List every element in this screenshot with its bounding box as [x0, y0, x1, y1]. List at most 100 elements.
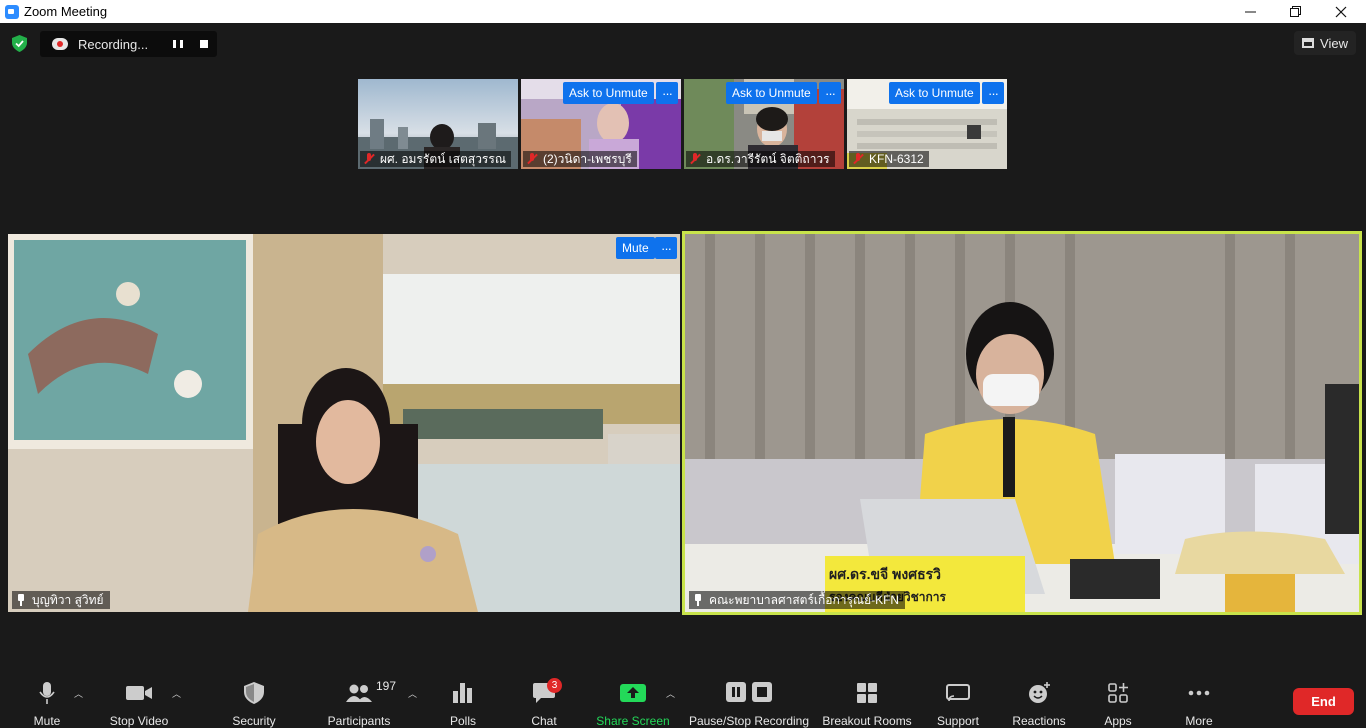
meeting-toolbar: Mute ︿ Stop Video ︿ Security 197 Partici… — [0, 671, 1366, 728]
participant-thumbnail-2[interactable]: Ask to Unmute ··· (2)วนิดา-เพชรบุรี — [521, 79, 681, 169]
apps-icon — [1108, 681, 1128, 704]
share-screen-label: Share Screen — [596, 714, 670, 728]
pin-icon — [16, 594, 26, 606]
view-button[interactable]: View — [1294, 31, 1356, 55]
participant-name-tag: อ.ดร.วารีรัตน์ จิตติถาวร — [686, 151, 835, 167]
participant-name-tag: คณะพยาบาลศาสตร์เกื้อการุณย์-KFN — [689, 591, 906, 609]
pin-icon — [693, 594, 703, 606]
chat-button[interactable]: 3 Chat — [524, 671, 564, 728]
share-screen-arrow-icon — [620, 681, 646, 704]
title-bar: Zoom Meeting — [0, 0, 1366, 23]
apps-button[interactable]: Apps — [1098, 671, 1138, 728]
participant-video-feed — [685, 234, 1359, 612]
participant-name: KFN-6312 — [869, 152, 924, 166]
security-button[interactable]: Security — [224, 671, 284, 728]
mic-muted-icon — [526, 153, 538, 165]
close-button[interactable] — [1318, 0, 1364, 23]
recording-indicator: Recording... — [40, 31, 217, 57]
more-options-button[interactable]: ··· — [655, 237, 677, 259]
participant-name: อ.ดร.วารีรัตน์ จิตติถาวร — [706, 151, 830, 166]
window-title: Zoom Meeting — [24, 4, 108, 19]
mic-muted-icon — [852, 153, 864, 165]
minimize-button[interactable] — [1227, 0, 1273, 23]
more-options-button[interactable]: ··· — [656, 82, 678, 104]
restore-button[interactable] — [1272, 0, 1318, 23]
participants-icon: 197 — [346, 679, 396, 704]
recording-label: Recording... — [78, 36, 149, 52]
participant-name: ผศ. อมรรัตน์ เสตสุวรรณ — [380, 151, 506, 166]
pause-recording-icon[interactable] — [173, 40, 183, 48]
more-button[interactable]: More — [1179, 671, 1219, 728]
view-label: View — [1320, 35, 1348, 51]
placard-name: ผศ.ดร.ขจี พงศธรวิ — [829, 566, 942, 582]
participants-label: Participants — [327, 714, 391, 728]
mute-options-chevron-icon[interactable]: ︿ — [74, 687, 83, 699]
active-speaker-tile[interactable]: ผศ.ดร.ขจี พงศธรวิ รองคณบดีฝ่ายวิชาการ คณ… — [682, 231, 1362, 615]
microphone-icon — [39, 681, 55, 704]
chat-bubble-icon: 3 — [533, 678, 562, 704]
security-label: Security — [232, 714, 276, 728]
minimize-icon — [1244, 11, 1256, 13]
breakout-rooms-button[interactable]: Breakout Rooms — [822, 671, 912, 728]
participant-name-tag: (2)วนิดา-เพชรบุรี — [523, 151, 637, 167]
more-dots-icon — [1188, 681, 1210, 704]
stop-recording-icon[interactable] — [200, 40, 208, 48]
share-screen-button[interactable]: Share Screen — [596, 671, 670, 728]
reactions-smiley-icon — [1028, 681, 1050, 704]
mute-participant-button[interactable]: Mute — [616, 237, 655, 259]
polls-bar-chart-icon — [453, 681, 473, 704]
participant-thumbnail-4[interactable]: Ask to Unmute ··· KFN-6312 — [847, 79, 1007, 169]
video-camera-icon — [126, 681, 152, 704]
chat-unread-badge: 3 — [547, 678, 562, 693]
mute-label: Mute — [33, 714, 61, 728]
participant-name: คณะพยาบาลศาสตร์เกื้อการุณย์-KFN — [709, 592, 900, 607]
more-label: More — [1185, 714, 1213, 728]
mute-button[interactable]: Mute — [22, 671, 72, 728]
zoom-logo-icon — [5, 4, 19, 19]
participant-thumbnail-3[interactable]: Ask to Unmute ··· อ.ดร.วารีรัตน์ จิตติถา… — [684, 79, 844, 169]
reactions-button[interactable]: Reactions — [1010, 671, 1068, 728]
close-icon — [1335, 6, 1347, 17]
meeting-stage: Recording... View ผศ. อมรรัตน์ เสตสุวรรณ — [0, 23, 1366, 728]
more-options-button[interactable]: ··· — [982, 82, 1004, 104]
chat-label: Chat — [531, 714, 557, 728]
mic-muted-icon — [363, 153, 375, 165]
polls-button[interactable]: Polls — [443, 671, 483, 728]
participant-name-tag: ผศ. อมรรัตน์ เสตสุวรรณ — [360, 151, 511, 167]
more-options-button[interactable]: ··· — [819, 82, 841, 104]
participant-name-tag: KFN-6312 — [849, 151, 929, 167]
end-meeting-button[interactable]: End — [1293, 688, 1354, 715]
mic-muted-icon — [689, 153, 701, 165]
ask-to-unmute-button[interactable]: Ask to Unmute — [889, 82, 980, 104]
stop-video-button[interactable]: Stop Video — [104, 671, 174, 728]
support-label: Support — [936, 714, 980, 728]
ask-to-unmute-button[interactable]: Ask to Unmute — [563, 82, 654, 104]
participant-video-feed — [8, 234, 680, 612]
restore-icon — [1289, 6, 1301, 17]
recording-cloud-icon — [52, 38, 68, 50]
reactions-label: Reactions — [1012, 714, 1066, 728]
pause-stop-recording-label: Pause/Stop Recording — [688, 714, 810, 728]
breakout-rooms-label: Breakout Rooms — [822, 714, 912, 728]
ask-to-unmute-button[interactable]: Ask to Unmute — [726, 82, 817, 104]
security-shield-icon — [244, 681, 264, 704]
participant-name: (2)วนิดา-เพชรบุรี — [543, 151, 632, 166]
participant-thumbnail-1[interactable]: ผศ. อมรรัตน์ เสตสุวรรณ — [358, 79, 518, 169]
apps-label: Apps — [1104, 714, 1132, 728]
view-grid-icon — [1302, 38, 1315, 48]
share-options-chevron-icon[interactable]: ︿ — [666, 687, 675, 699]
participant-name: บุญทิวา สูวิทย์ — [32, 592, 104, 607]
video-options-chevron-icon[interactable]: ︿ — [172, 687, 181, 699]
participants-options-chevron-icon[interactable]: ︿ — [408, 687, 417, 699]
polls-label: Polls — [449, 714, 476, 728]
participants-button[interactable]: 197 Participants — [322, 671, 396, 728]
main-video-tile-left[interactable]: Mute ··· บุญทิวา สูวิทย์ — [8, 234, 680, 612]
support-button[interactable]: Support — [933, 671, 983, 728]
participant-name-tag: บุญทิวา สูวิทย์ — [12, 591, 110, 609]
support-screen-icon — [946, 681, 970, 704]
stop-video-label: Stop Video — [109, 714, 169, 728]
breakout-rooms-grid-icon — [857, 681, 877, 704]
shield-check-icon[interactable] — [12, 35, 27, 52]
pause-stop-recording-button[interactable]: Pause/Stop Recording — [688, 671, 810, 728]
participants-count: 197 — [376, 679, 397, 693]
